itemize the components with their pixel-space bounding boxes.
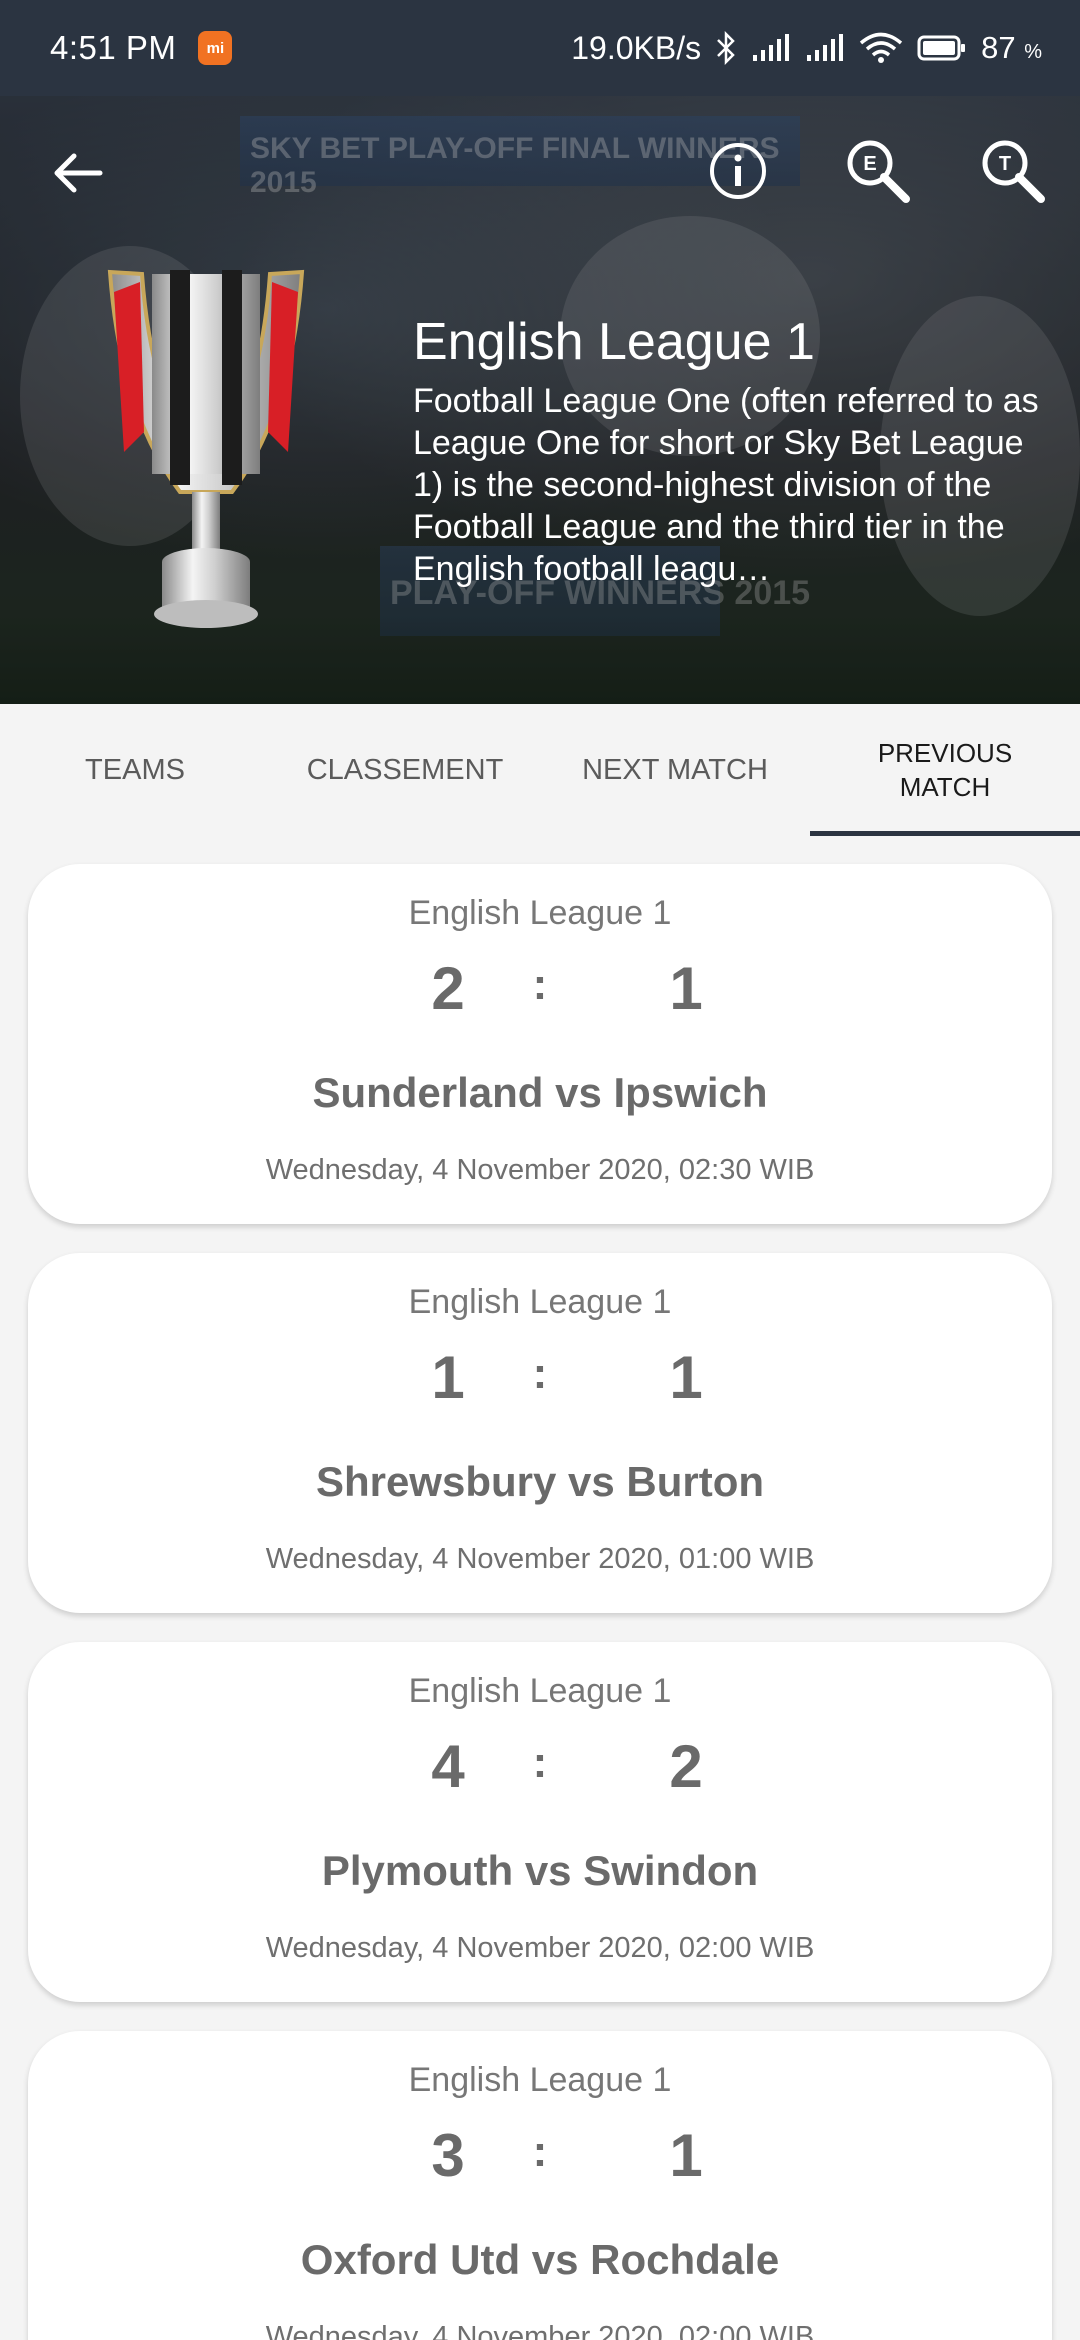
away-score: 2 [669,1733,703,1800]
battery-percent-value: 87 [981,30,1016,65]
match-score: 3 : 1 [28,2121,1052,2201]
signal-icon-2 [805,33,845,63]
battery-icon [917,34,967,62]
home-score: 4 [431,1733,465,1800]
status-right: 19.0KB/s 87 % [571,30,1042,67]
svg-text:E: E [863,153,876,175]
wifi-icon [859,32,903,64]
mi-notification-icon: mi [198,31,233,65]
battery-percent-unit: % [1024,41,1042,63]
match-card[interactable]: English League 1 4 : 2 Plymouth vs Swind… [28,1642,1052,2002]
away-score: 1 [669,955,703,1022]
trophy-logo [107,269,305,628]
bluetooth-icon [715,31,737,65]
svg-text:T: T [999,153,1011,175]
match-league: English League 1 [408,1672,672,1710]
status-left: 4:51 PM mi [50,29,233,67]
home-score: 3 [431,2122,465,2189]
score-separator: : [532,960,548,1009]
tab-next-match[interactable]: NEXT MATCH [540,704,810,836]
match-score: 2 : 1 [28,954,1052,1034]
info-icon [710,143,766,199]
home-score: 2 [431,955,465,1022]
score-separator: : [532,2127,548,2176]
search-english-button[interactable]: E [840,133,916,209]
status-bar: 4:51 PM mi 19.0KB/s 87 % [0,0,1080,96]
league-description: Football League One (often referred to a… [413,382,1039,588]
match-date: Wednesday, 4 November 2020, 02:30 WIB [265,1154,815,1186]
match-teams: Sunderland vs Ipswich [312,1069,768,1116]
match-list[interactable]: English League 1 2 : 1 Sunderland vs Ips… [0,836,1080,2340]
info-button[interactable] [700,133,776,209]
match-league: English League 1 [408,894,672,932]
match-league: English League 1 [408,2061,672,2099]
match-date: Wednesday, 4 November 2020, 02:00 WIB [265,1932,815,1964]
tab-bar: TEAMS CLASSEMENT NEXT MATCH PREVIOUS MAT… [0,704,1080,836]
league-title: English League 1 [413,313,815,371]
away-score: 1 [669,2122,703,2189]
match-card[interactable]: English League 1 1 : 1 Shrewsbury vs Bur… [28,1253,1052,1613]
network-speed: 19.0KB/s [571,29,702,66]
back-button[interactable] [40,135,116,211]
match-score: 4 : 2 [28,1732,1052,1812]
match-teams: Plymouth vs Swindon [321,1847,759,1894]
match-date: Wednesday, 4 November 2020, 02:00 WIB [265,2321,815,2340]
score-separator: : [532,1349,548,1398]
search-e-icon: E [847,140,910,203]
score-separator: : [532,1738,548,1787]
away-score: 1 [669,1344,703,1411]
match-card[interactable]: English League 1 3 : 1 Oxford Utd vs Roc… [28,2031,1052,2340]
tab-teams[interactable]: TEAMS [0,704,270,836]
match-date: Wednesday, 4 November 2020, 01:00 WIB [265,1543,815,1575]
match-score: 1 : 1 [28,1343,1052,1423]
match-teams: Oxford Utd vs Rochdale [300,2236,780,2283]
match-league: English League 1 [408,1283,672,1321]
home-score: 1 [431,1344,465,1411]
battery-percent: 87 % [981,30,1042,66]
match-teams: Shrewsbury vs Burton [315,1458,765,1505]
signal-icon-1 [751,33,791,63]
tab-classement[interactable]: CLASSEMENT [270,704,540,836]
search-t-icon: T [982,140,1045,203]
match-card[interactable]: English League 1 2 : 1 Sunderland vs Ips… [28,864,1052,1224]
tab-previous-match[interactable]: PREVIOUS MATCH [810,704,1080,836]
search-team-button[interactable]: T [975,133,1051,209]
arrow-left-icon [54,153,103,193]
status-time: 4:51 PM [50,29,177,66]
